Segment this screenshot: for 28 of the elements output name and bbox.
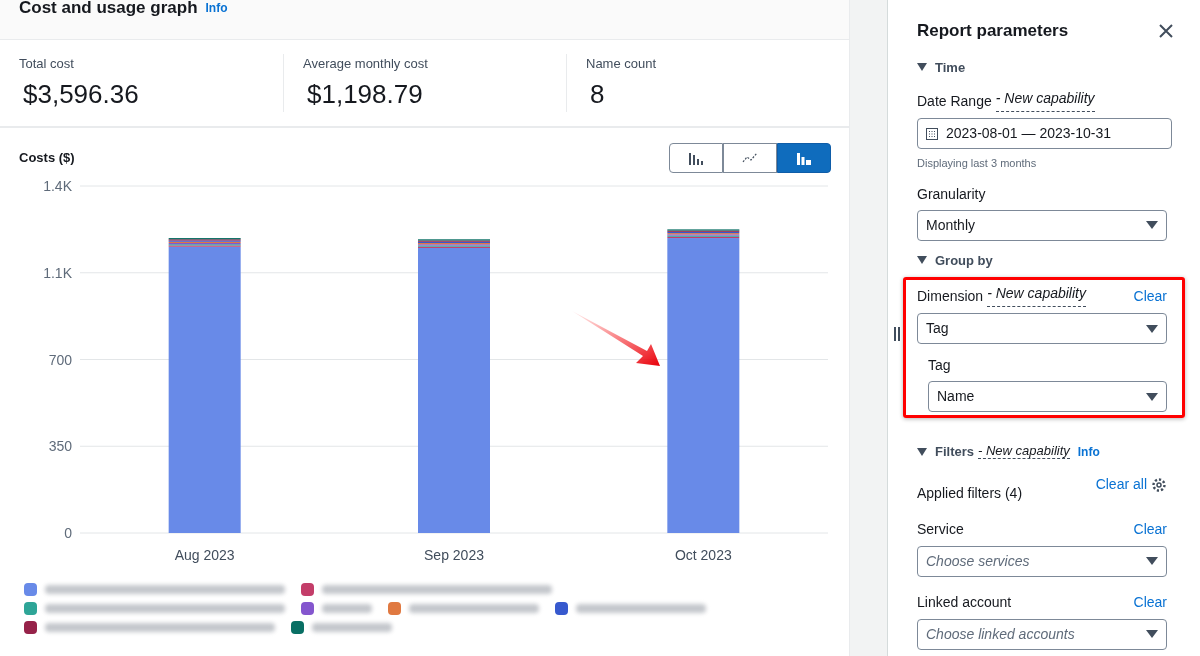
stat-label: Name count [586,55,658,73]
feature-tag: - New capability [978,444,1070,460]
axis-tick-label: 0 [64,525,72,541]
section-title: Cost and usage graph [19,0,198,16]
axis-tick-label: 1.1K [43,264,72,281]
axis-tick-label: 1.4K [43,178,72,194]
axis-tick-label: Aug 2023 [174,547,235,563]
axis-tick-label: Sep 2023 [424,547,484,563]
feature-tag: - New capability [995,91,1095,112]
panel-title: Report parameters [917,20,1069,42]
axis-tick-label: 700 [48,351,72,368]
field-label: Date Range [917,92,992,111]
chart-title: Costs ($) [19,149,75,168]
stat-label: Total cost [19,55,75,73]
field-label: Dimension [917,287,984,306]
field-label: Linked account [917,592,1012,612]
field-label: Tag [928,356,952,375]
stat-label: Average monthly cost [303,55,429,73]
feature-tag: - New capability [987,286,1086,307]
stat-value: $3,596.36 [22,77,140,110]
stat-value: 8 [589,77,606,110]
axis-tick-label: 350 [48,438,72,455]
stat-value: $1,198.79 [306,77,424,110]
field-label: Granularity [917,184,987,204]
hint-text: Displaying last 3 months [917,156,1038,171]
axis-tick-label: Oct 2023 [674,547,732,563]
field-label: Service [917,519,964,539]
applied-filters-label: Applied filters (4) [917,483,1023,503]
